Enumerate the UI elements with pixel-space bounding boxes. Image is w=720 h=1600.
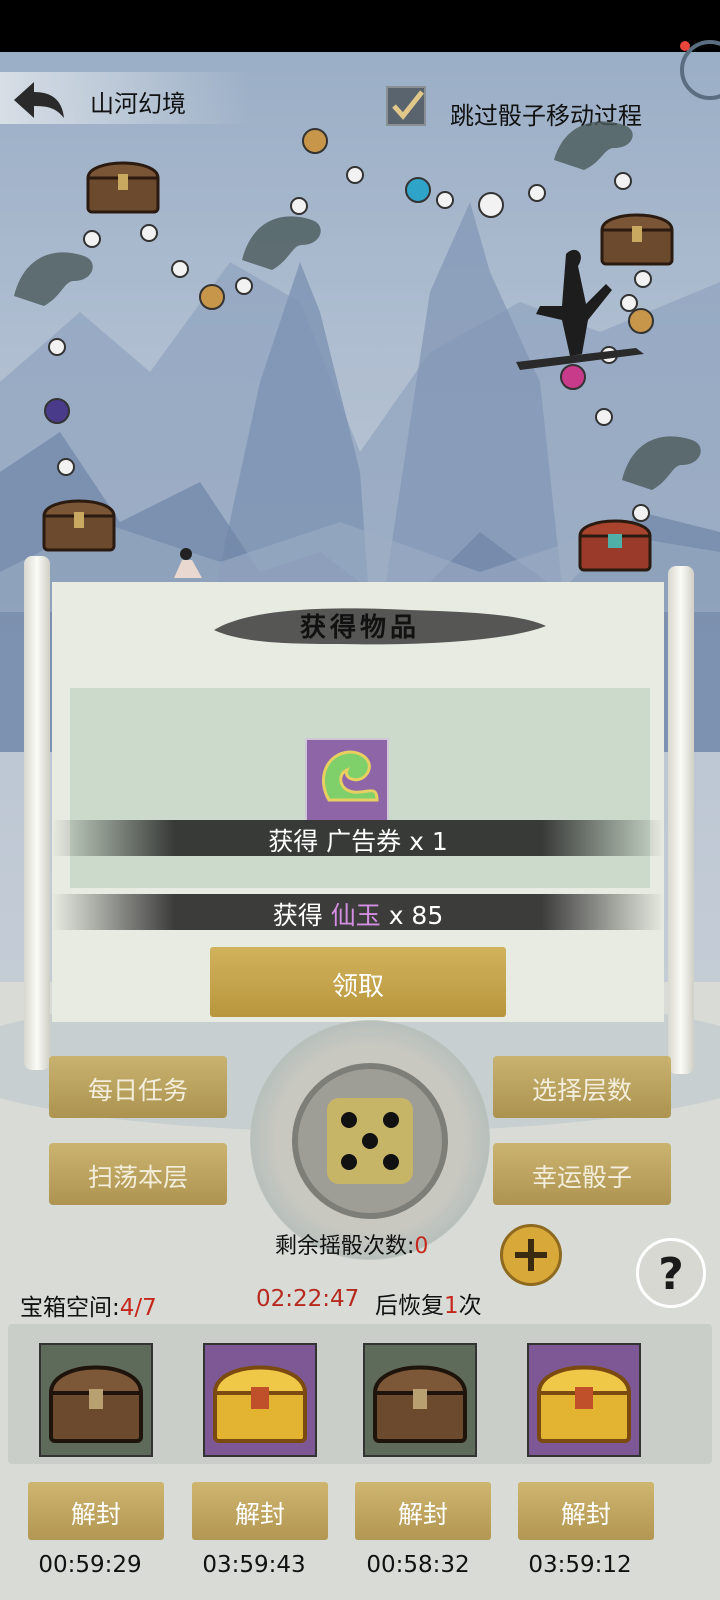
claim-button-label: 领取 <box>331 972 384 1002</box>
status-bar <box>0 0 720 52</box>
map-node <box>48 338 66 356</box>
reward-quantity: x 1 <box>409 827 448 856</box>
dice-pip <box>383 1112 399 1128</box>
dialog-title: 获得物品 <box>299 613 420 643</box>
svg-text:?: ? <box>658 1249 684 1300</box>
unseal-label: 解封 <box>70 1500 121 1529</box>
unseal-label: 解封 <box>560 1500 611 1529</box>
stage-title: 山河幻境 <box>90 90 186 118</box>
jade-item-icon[interactable] <box>305 738 389 822</box>
chest-timer: 00:59:29 <box>38 1552 142 1578</box>
lucky-dice-label: 幸运骰子 <box>531 1163 632 1192</box>
checkmark-icon <box>392 90 424 120</box>
recover-prefix: 后恢复 <box>375 1293 444 1319</box>
map-node <box>405 177 431 203</box>
dice-pip <box>341 1112 357 1128</box>
reward-line-1: 获得 广告券 x 1 <box>52 822 664 858</box>
gold-chest-icon <box>536 1365 632 1443</box>
map-node <box>57 458 75 476</box>
gold-chest-icon <box>212 1365 308 1443</box>
scroll-rod-right <box>668 566 694 1074</box>
map-treasure-chest-icon <box>86 161 160 214</box>
chest-timer: 03:59:43 <box>202 1552 306 1578</box>
back-button[interactable] <box>8 78 68 122</box>
unseal-label: 解封 <box>234 1500 285 1529</box>
jade-pendant-icon <box>322 750 379 802</box>
map-node <box>171 260 189 278</box>
sweep-floor-label: 扫荡本层 <box>87 1163 188 1192</box>
reward-prefix: 获得 <box>272 901 323 930</box>
bronze-chest-icon <box>372 1365 468 1443</box>
recover-info: 后恢复1次 <box>375 1286 482 1320</box>
map-treasure-chest-icon <box>42 499 116 552</box>
reward-item-name: 广告券 <box>326 827 402 856</box>
dice-pip <box>362 1133 378 1149</box>
dice-pip <box>341 1154 357 1170</box>
recover-count: 1 <box>444 1293 459 1319</box>
select-floor-label: 选择层数 <box>531 1076 632 1105</box>
question-mark-icon: ? <box>658 1249 684 1300</box>
chest-slot-3[interactable] <box>363 1343 477 1457</box>
map-node <box>44 398 70 424</box>
map-node <box>436 191 454 209</box>
chest-space-label: 宝箱空间: <box>20 1295 120 1321</box>
chest-timer: 03:59:12 <box>528 1552 632 1578</box>
map-node <box>199 284 225 310</box>
map-red-chest-icon <box>578 519 652 572</box>
dragon-head-icon <box>622 436 701 490</box>
unseal-label: 解封 <box>397 1500 448 1529</box>
player-character-on-sword <box>516 249 644 370</box>
reward-item-name: 仙玉 <box>330 901 381 930</box>
chest-slot-4[interactable] <box>527 1343 641 1457</box>
remaining-rolls-value: 0 <box>414 1234 429 1259</box>
dragon-head-icon <box>242 216 321 270</box>
add-rolls-button[interactable] <box>500 1224 562 1286</box>
back-arrow-icon <box>14 82 64 118</box>
skip-dice-animation-checkbox[interactable] <box>386 86 426 126</box>
chest-space-value: 4/7 <box>119 1295 157 1321</box>
dice-icon[interactable] <box>327 1098 413 1184</box>
dice-pip <box>383 1154 399 1170</box>
chest-space: 宝箱空间:4/7 <box>20 1288 157 1322</box>
map-node <box>595 408 613 426</box>
scroll-rod-left <box>24 556 50 1070</box>
map-node <box>140 224 158 242</box>
chest-slot-1[interactable] <box>39 1343 153 1457</box>
reward-line-2: 获得 仙玉 x 85 <box>52 896 664 932</box>
chest-timer: 00:58:32 <box>366 1552 470 1578</box>
reward-prefix: 获得 <box>268 827 319 856</box>
map-node <box>478 192 504 218</box>
recover-suffix: 次 <box>458 1293 482 1319</box>
map-node <box>528 184 546 202</box>
plus-icon <box>515 1239 547 1271</box>
daily-tasks-label: 每日任务 <box>87 1076 188 1105</box>
bronze-chest-icon <box>48 1365 144 1443</box>
map-node <box>346 166 364 184</box>
chest-slot-2[interactable] <box>203 1343 317 1457</box>
remaining-rolls-label: 剩余摇骰次数: <box>275 1234 415 1259</box>
map-node <box>302 128 328 154</box>
remaining-rolls: 剩余摇骰次数:0 <box>275 1228 428 1260</box>
dragon-head-icon <box>554 121 633 170</box>
notification-dot <box>680 41 690 51</box>
help-button[interactable]: ? <box>636 1238 706 1308</box>
npc-character <box>174 548 202 578</box>
reward-quantity: x 85 <box>388 901 444 930</box>
dragon-head-icon <box>14 252 93 306</box>
recover-countdown: 02:22:47 <box>256 1286 360 1312</box>
